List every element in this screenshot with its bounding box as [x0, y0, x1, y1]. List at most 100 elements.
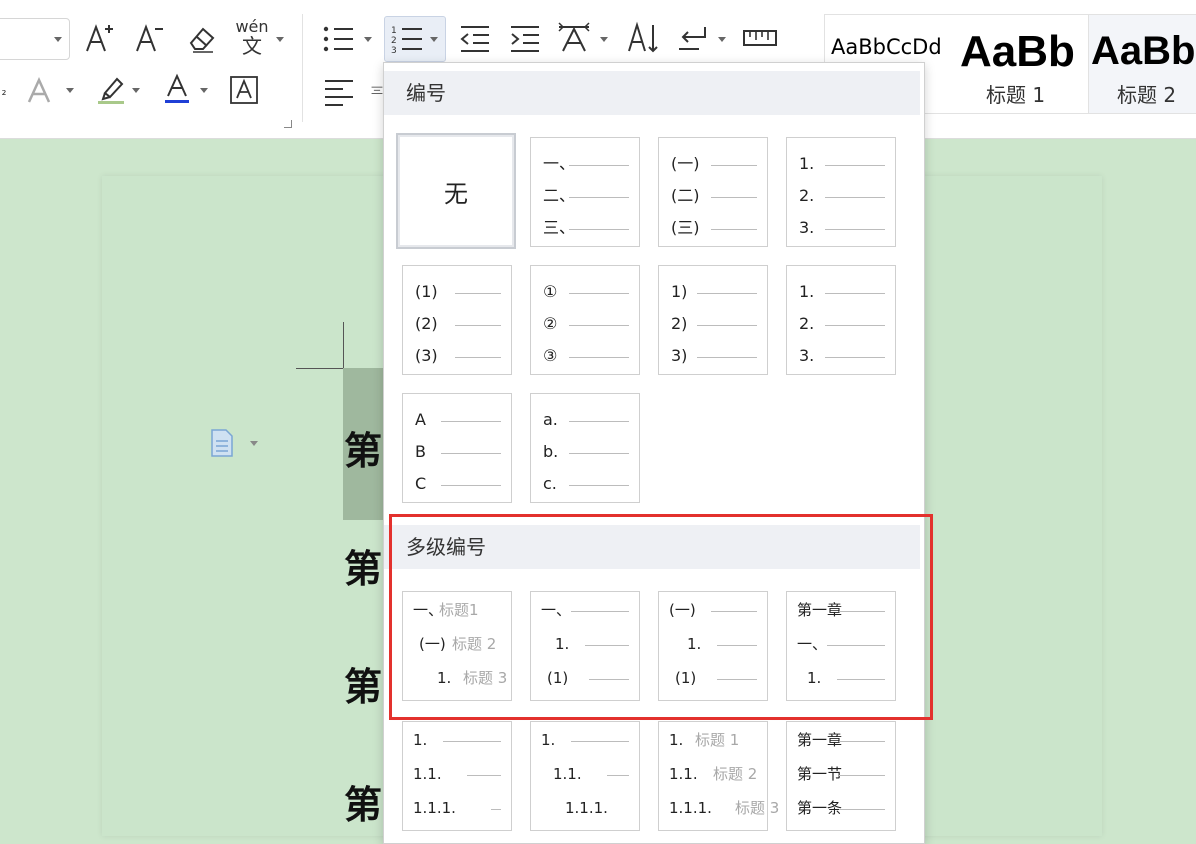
ruler-icon[interactable] [740, 22, 780, 54]
multilevel-option-line: 1. [787, 666, 895, 690]
numbering-rule-line [825, 325, 885, 326]
document-heading-1[interactable]: 第 [344, 420, 382, 475]
multilevel-option[interactable]: (一) 1. (1) [658, 591, 768, 701]
increase-font-size-icon[interactable] [82, 20, 118, 56]
numbering-option-line: 3) [659, 344, 767, 368]
font-color-icon[interactable] [160, 72, 194, 106]
paragraph-layout-icon[interactable] [210, 428, 264, 462]
multilevel-option[interactable]: 第一章 一、 1. [786, 591, 896, 701]
numbering-rule-line [711, 197, 757, 198]
document-heading-3[interactable]: 第 [344, 656, 382, 711]
numbering-option[interactable]: (1) (2) (3) [402, 265, 512, 375]
phonetic-dropdown-arrow[interactable] [276, 37, 284, 42]
numbering-option-line: 2. [787, 312, 895, 336]
decrease-indent-icon[interactable] [456, 22, 494, 56]
numbering-label: (三) [671, 218, 700, 237]
multilevel-number: 1. [555, 635, 570, 653]
line-break-dropdown-arrow[interactable] [718, 37, 726, 42]
multilevel-option-line: 1. [659, 632, 767, 656]
numbering-label: ① [543, 282, 558, 301]
multilevel-option-line: 第一章 [787, 728, 895, 752]
clear-formatting-eraser-icon[interactable] [184, 20, 220, 56]
multilevel-option[interactable]: 一、 标题1 (一) 标题 2 1. 标题 3 [402, 591, 512, 701]
multilevel-option[interactable]: 一、 1. (1) [530, 591, 640, 701]
style-preview-normal: AaBbCcDd [831, 35, 942, 59]
numbering-option[interactable]: ① ② ③ [530, 265, 640, 375]
multilevel-option-line: 一、 标题1 [403, 598, 511, 622]
numbering-rule-line [455, 325, 501, 326]
bullet-list-icon[interactable] [320, 22, 358, 56]
numbering-rule-line [569, 453, 629, 454]
align-left-icon[interactable] [320, 74, 358, 108]
numbering-rule-line [697, 357, 757, 358]
numbering-label: (2) [415, 314, 438, 333]
text-effect-dropdown-arrow[interactable] [66, 88, 74, 93]
numbering-option[interactable]: a. b. c. [530, 393, 640, 503]
font-color-dropdown-arrow[interactable] [200, 88, 208, 93]
numbering-label: 1. [799, 154, 815, 173]
numbering-label: 3. [799, 218, 815, 237]
numbering-option[interactable]: (一) (二) (三) [658, 137, 768, 247]
decrease-font-size-icon[interactable] [132, 20, 168, 56]
subscript-fragment-icon[interactable]: ₂ [0, 80, 8, 102]
numbering-rule-line [455, 293, 501, 294]
multilevel-rule-line [467, 775, 501, 776]
numbering-label: c. [543, 474, 557, 493]
multilevel-number: 1. [807, 669, 822, 687]
svg-text:1: 1 [391, 26, 397, 36]
multilevel-option-line: 1. 标题 1 [659, 728, 767, 752]
numbering-option-line: a. [531, 408, 639, 432]
text-direction-icon[interactable] [624, 20, 662, 56]
multilevel-rule-line [717, 645, 757, 646]
numbering-rule-line [825, 197, 885, 198]
numbering-option[interactable]: 一、 二、 三、 [530, 137, 640, 247]
multilevel-option-line: 1.1. [403, 762, 511, 786]
multilevel-rule-line [571, 611, 629, 612]
multilevel-rule-line [717, 679, 757, 680]
multilevel-option[interactable]: 1. 1.1. 1.1.1. [402, 721, 512, 831]
numbering-option[interactable]: 1. 2. 3. [786, 265, 896, 375]
numbering-option[interactable]: 1. 2. 3. [786, 137, 896, 247]
character-border-icon[interactable] [228, 74, 260, 106]
numbered-list-dropdown-arrow[interactable] [430, 37, 438, 42]
highlight-pen-icon[interactable] [94, 74, 128, 106]
multilevel-option[interactable]: 1. 标题 1 1.1. 标题 2 1.1.1. 标题 3 [658, 721, 779, 831]
numbering-rule-line [697, 325, 757, 326]
chinese-layout-dropdown-arrow[interactable] [600, 37, 608, 42]
multilevel-number: 1. [437, 669, 452, 687]
numbering-option-line: 一、 [531, 152, 639, 176]
multilevel-option-line: 1.1.1. [531, 796, 639, 820]
numbering-option-line: 3. [787, 344, 895, 368]
numbering-option[interactable]: ABC [402, 393, 512, 503]
document-heading-4[interactable]: 第 [344, 774, 382, 829]
text-effect-icon[interactable] [24, 76, 54, 106]
style-heading1-card[interactable]: AaBb 标题 1 [956, 14, 1089, 114]
numbering-option-line: C [403, 472, 511, 496]
numbering-option[interactable]: 1) 2) 3) [658, 265, 768, 375]
align-center-icon[interactable] [370, 74, 384, 108]
bullet-list-dropdown-arrow[interactable] [364, 37, 372, 42]
multilevel-option[interactable]: 第一章 第一节 第一条 [786, 721, 896, 831]
numbering-label: 1. [799, 282, 815, 301]
numbering-rule-line [825, 165, 885, 166]
phonetic-guide-button[interactable]: wén 文 [232, 18, 272, 58]
increase-indent-icon[interactable] [506, 22, 544, 56]
numbering-rule-line [569, 293, 629, 294]
numbering-option-line: (2) [403, 312, 511, 336]
style-label-heading1: 标题 1 [986, 83, 1046, 107]
numbering-option-none[interactable]: 无 [396, 133, 516, 249]
multilevel-option-line: 1.1. 标题 2 [659, 762, 767, 786]
font-size-dropdown-arrow[interactable] [54, 37, 62, 42]
multilevel-number: 第一节 [797, 765, 843, 783]
document-heading-2[interactable]: 第 [344, 538, 382, 593]
numbering-label: ③ [543, 346, 558, 365]
multilevel-rule-line [711, 611, 757, 612]
line-break-icon[interactable] [674, 20, 712, 56]
numbering-label: 一、 [543, 154, 576, 173]
numbering-rule-line [825, 229, 885, 230]
font-dialog-launcher-icon[interactable] [284, 120, 292, 128]
highlight-dropdown-arrow[interactable] [132, 88, 140, 93]
multilevel-option[interactable]: 1. 1.1. 1.1.1. [530, 721, 640, 831]
style-heading2-card[interactable]: AaBb 标题 2 [1088, 14, 1196, 114]
chinese-layout-icon[interactable] [554, 20, 594, 56]
